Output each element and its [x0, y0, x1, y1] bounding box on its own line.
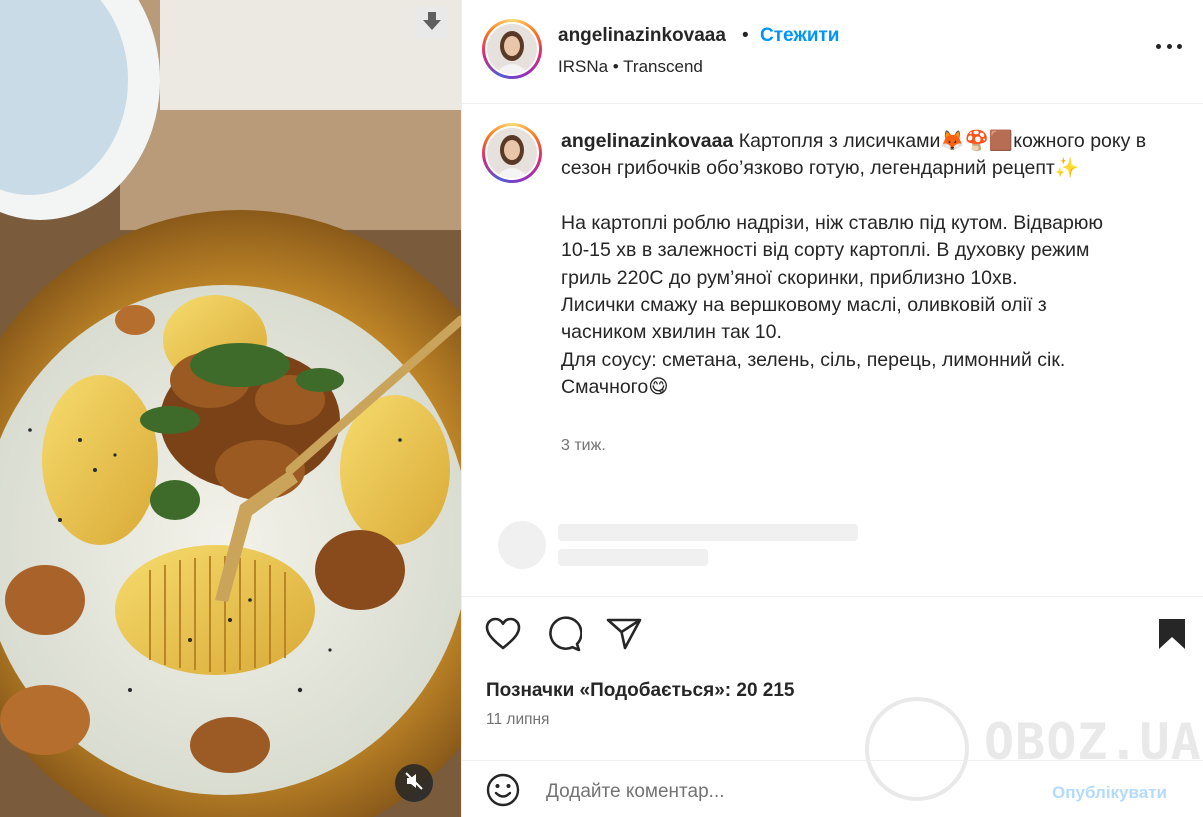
food-photo	[0, 0, 461, 817]
comment-button[interactable]	[545, 615, 583, 657]
more-options-icon	[1156, 43, 1161, 49]
publish-button[interactable]: Опублікувати	[1052, 783, 1167, 803]
post-date[interactable]: 11 липня	[486, 711, 549, 729]
share-button[interactable]	[605, 617, 643, 655]
comment-skeleton-avatar	[498, 521, 546, 569]
smiley-icon	[486, 773, 520, 812]
speaker-muted-icon	[404, 771, 424, 796]
comment-bar: Опублікувати	[462, 760, 1203, 817]
caption-line-7: Лисички смажу на вершковому маслі, оливк…	[561, 294, 1047, 317]
caption-line-1: angelinazinkovaaa Картопля з лисичками🦊🍄…	[561, 128, 1161, 155]
bookmark-icon	[1157, 617, 1187, 656]
comment-skeleton-line	[558, 524, 858, 541]
caption-line-6: гриль 220С до рум’яної скоринки, приблиз…	[561, 266, 1018, 289]
save-button[interactable]	[1153, 617, 1191, 655]
caption-avatar[interactable]	[482, 123, 542, 183]
header-separator: •	[742, 25, 749, 46]
download-arrow-icon	[421, 10, 443, 37]
follow-button[interactable]: Стежити	[760, 25, 839, 47]
audio-label[interactable]: IRSNa • Transcend	[558, 57, 703, 77]
caption-timestamp[interactable]: 3 тиж.	[561, 437, 606, 455]
caption-line-4: На картоплі роблю надрізи, ніж ставлю пі…	[561, 211, 1104, 234]
heart-icon	[485, 617, 521, 656]
action-bar	[462, 596, 1203, 676]
paper-plane-icon	[606, 617, 642, 656]
caption-line-8: часником хвилин так 10.	[561, 321, 782, 344]
header-username[interactable]: angelinazinkovaaa	[558, 25, 726, 47]
likes-count[interactable]: Позначки «Подобається»: 20 215	[486, 680, 795, 702]
post-caption: angelinazinkovaaa Картопля з лисичками🦊🍄…	[561, 128, 1161, 402]
like-button[interactable]	[484, 617, 522, 655]
comment-input[interactable]	[546, 775, 1026, 809]
caption-line-5: 10-15 хв в залежності від сорту картоплі…	[561, 239, 1090, 262]
emoji-button[interactable]	[484, 773, 522, 811]
post-header: angelinazinkovaaa • Стежити IRSNa • Tran…	[462, 0, 1203, 104]
more-options-button[interactable]	[1152, 36, 1186, 56]
comment-skeleton-line	[558, 549, 708, 566]
avatar-photo	[487, 24, 537, 74]
caption-text-1: Картопля з лисичками🦊🍄🟫кожного року в	[738, 130, 1147, 152]
avatar[interactable]	[482, 19, 542, 79]
caption-line-10: Смачного😋	[561, 376, 669, 399]
caption-avatar-photo	[487, 128, 537, 178]
caption-line-9: Для соусу: сметана, зелень, сіль, перець…	[561, 348, 1066, 371]
download-button[interactable]	[416, 7, 448, 39]
post-media[interactable]	[0, 0, 461, 817]
comment-bubble-icon	[546, 615, 583, 657]
caption-line-2: сезон грибочків обо’язково готую, легенд…	[561, 157, 1080, 180]
mute-button[interactable]	[395, 764, 433, 802]
caption-username[interactable]: angelinazinkovaaa	[561, 130, 733, 152]
post-panel: angelinazinkovaaa • Стежити IRSNa • Tran…	[461, 0, 1203, 817]
